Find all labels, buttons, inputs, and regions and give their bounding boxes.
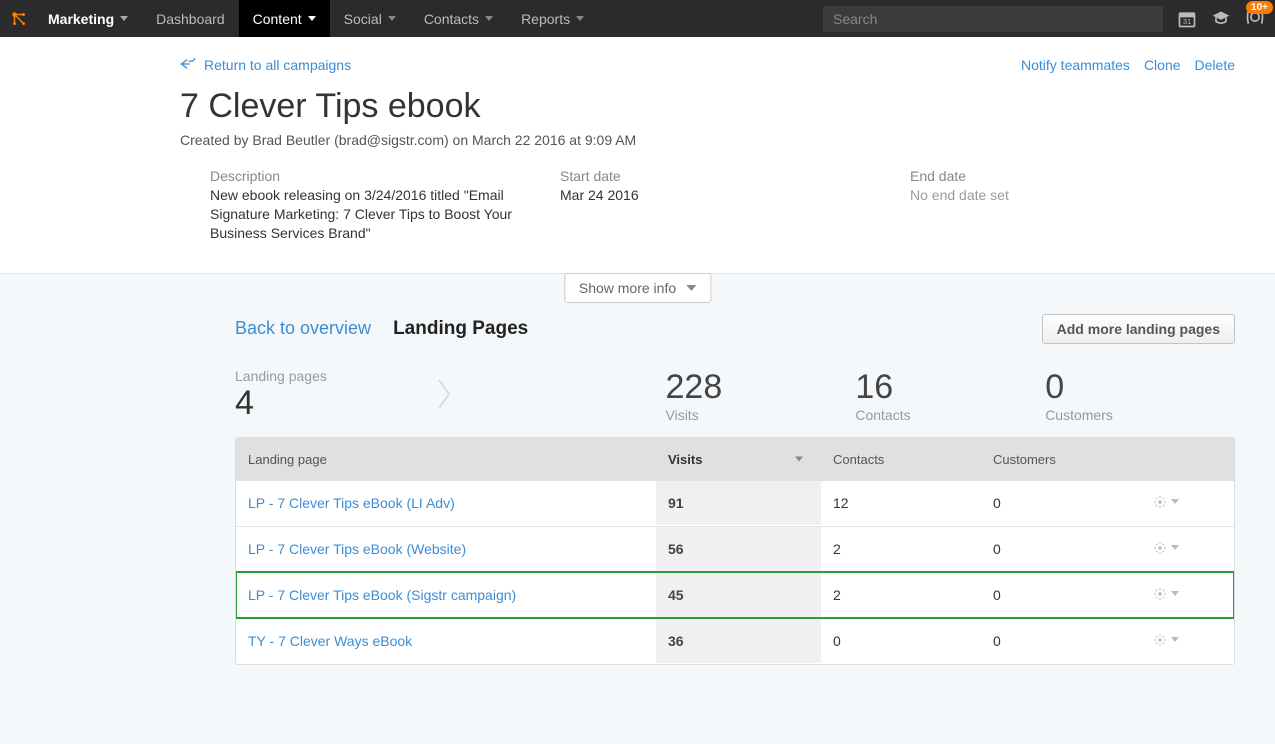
customers-stat-label: Customers [1045,407,1195,423]
row-customers: 0 [981,527,1131,571]
description-label: Description [210,168,520,184]
nav-item-label: Contacts [424,11,479,27]
chevron-down-icon [388,16,396,21]
brand-icon [10,10,28,28]
chevron-down-icon [120,16,128,21]
landing-page-link[interactable]: LP - 7 Clever Tips eBook (Sigstr campaig… [248,587,516,603]
sort-desc-icon [795,457,803,462]
clone-link[interactable]: Clone [1144,57,1181,73]
nav-item-social[interactable]: Social [330,0,410,37]
chevron-right-icon [437,378,453,413]
svg-text:31: 31 [1183,17,1191,26]
chevron-down-icon [308,16,316,21]
contacts-stat-label: Contacts [855,407,1005,423]
landing-page-link[interactable]: TY - 7 Clever Ways eBook [248,633,412,649]
chevron-down-icon [686,285,696,291]
delete-link[interactable]: Delete [1195,57,1235,73]
landing-page-link[interactable]: LP - 7 Clever Tips eBook (LI Adv) [248,495,455,511]
customers-stat: 0 [1045,368,1195,407]
back-arrow-icon [180,57,196,73]
chevron-down-icon [576,16,584,21]
academy-icon[interactable] [1211,9,1231,29]
nav-items: Dashboard Content Social Contacts Reports [142,0,598,37]
nav-item-label: Reports [521,11,570,27]
row-contacts: 12 [821,481,981,525]
row-actions-button[interactable] [1153,541,1179,555]
chevron-down-icon [1171,591,1179,596]
row-visits: 56 [656,527,821,571]
nav-item-label: Social [344,11,382,27]
return-link-label: Return to all campaigns [204,57,351,73]
add-landing-pages-button[interactable]: Add more landing pages [1042,314,1235,344]
row-customers: 0 [981,619,1131,663]
lp-count: 4 [235,384,453,423]
nav-item-content[interactable]: Content [239,0,330,37]
show-more-label: Show more info [579,280,676,296]
nav-item-label: Dashboard [156,11,225,27]
landing-pages-section: Back to overview Landing Pages Add more … [0,274,1275,705]
created-by: Created by Brad Beutler (brad@sigstr.com… [180,132,636,148]
nav-item-label: Content [253,11,302,27]
chevron-down-icon [1171,545,1179,550]
page-title: 7 Clever Tips ebook [180,87,636,126]
description-value: New ebook releasing on 3/24/2016 titled … [210,186,520,243]
notification-badge: 10+ [1246,1,1273,14]
search-input[interactable] [823,6,1163,32]
landing-page-link[interactable]: LP - 7 Clever Tips eBook (Website) [248,541,466,557]
row-contacts: 2 [821,527,981,571]
nav-brand[interactable]: Marketing [34,0,142,37]
visits-stat: 228 [666,368,816,407]
start-date-value: Mar 24 2016 [560,186,870,205]
show-more-button[interactable]: Show more info [564,273,711,303]
table-header: Landing page Visits Contacts Customers [236,438,1234,481]
table-row: TY - 7 Clever Ways eBook3600 [236,618,1234,664]
table-row: LP - 7 Clever Tips eBook (Website) 5620 [236,526,1234,572]
nav-item-dashboard[interactable]: Dashboard [142,0,239,37]
back-to-overview-link[interactable]: Back to overview [235,318,371,339]
col-landing-page[interactable]: Landing page [236,438,656,481]
row-visits: 45 [656,573,821,617]
col-visits[interactable]: Visits [656,438,821,481]
row-contacts: 0 [821,619,981,663]
landing-page-table: Landing page Visits Contacts Customers L… [235,437,1235,665]
chevron-down-icon [485,16,493,21]
nav-item-contacts[interactable]: Contacts [410,0,507,37]
return-link[interactable]: Return to all campaigns [180,57,351,73]
nav-brand-label: Marketing [48,11,114,27]
start-date-label: Start date [560,168,870,184]
nav-item-reports[interactable]: Reports [507,0,598,37]
campaign-header: Return to all campaigns 7 Clever Tips eb… [0,37,1275,274]
row-actions-button[interactable] [1153,587,1179,601]
row-actions-button[interactable] [1153,495,1179,509]
end-date-label: End date [910,168,1009,184]
table-row: LP - 7 Clever Tips eBook (LI Adv) 91120 [236,481,1234,526]
table-row: LP - 7 Clever Tips eBook (Sigstr campaig… [236,572,1234,618]
end-date-value: No end date set [910,186,1009,205]
col-customers[interactable]: Customers [981,438,1131,481]
header-actions: Notify teammates Clone Delete [1021,57,1235,73]
col-contacts[interactable]: Contacts [821,438,981,481]
col-visits-label: Visits [668,452,702,467]
row-customers: 0 [981,573,1131,617]
calendar-icon[interactable]: 31 [1177,9,1197,29]
row-contacts: 2 [821,573,981,617]
row-actions-button[interactable] [1153,633,1179,647]
notifications-icon[interactable]: 10+ [1245,7,1265,30]
visits-stat-label: Visits [666,407,816,423]
row-customers: 0 [981,481,1131,525]
chevron-down-icon [1171,637,1179,642]
row-visits: 91 [656,481,821,525]
contacts-stat: 16 [855,368,1005,407]
notify-teammates-link[interactable]: Notify teammates [1021,57,1130,73]
top-nav: Marketing Dashboard Content Social Contacts… [0,0,1275,37]
chevron-down-icon [1171,499,1179,504]
row-visits: 36 [656,619,821,663]
section-title: Landing Pages [393,318,528,340]
lp-count-label: Landing pages [235,368,453,384]
